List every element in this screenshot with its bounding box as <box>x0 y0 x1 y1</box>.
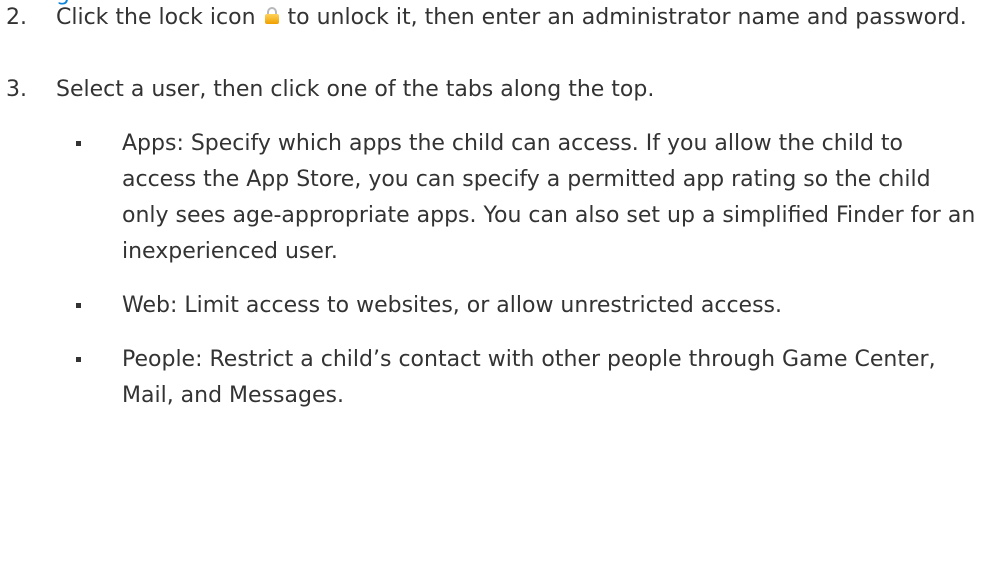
step-text: Select a user, then click one of the tab… <box>56 77 655 102</box>
bullet-square-icon <box>76 141 81 146</box>
bullet-people: People: Restrict a child’s contact with … <box>56 342 980 414</box>
step-2: 2. Click the lock icon to unlock it, the… <box>0 0 992 36</box>
step-number: 2. <box>6 5 27 30</box>
tab-descriptions-list: Apps: Specify which apps the child can a… <box>56 126 980 414</box>
bullet-text: Web: Limit access to websites, or allow … <box>122 293 782 318</box>
bullet-apps: Apps: Specify which apps the child can a… <box>56 126 980 270</box>
steps-list: 2. Click the lock icon to unlock it, the… <box>0 0 992 414</box>
lock-body <box>264 14 279 24</box>
step-3: 3. Select a user, then click one of the … <box>0 72 992 414</box>
bullet-web: Web: Limit access to websites, or allow … <box>56 288 980 324</box>
step-number: 3. <box>6 77 27 102</box>
bullet-square-icon <box>76 357 81 362</box>
step-text-before-icon: Click the lock icon <box>56 5 256 30</box>
lock-icon <box>264 7 279 25</box>
help-article: g 2. Click the lock icon to unlock it, t… <box>0 0 992 586</box>
bullet-text: Apps: Specify which apps the child can a… <box>122 131 976 264</box>
bullet-text: People: Restrict a child’s contact with … <box>122 347 936 408</box>
step-text-after-icon: to unlock it, then enter an administrato… <box>287 5 967 30</box>
step-text: Click the lock icon to unlock it, then e… <box>56 0 980 36</box>
bullet-square-icon <box>76 303 81 308</box>
